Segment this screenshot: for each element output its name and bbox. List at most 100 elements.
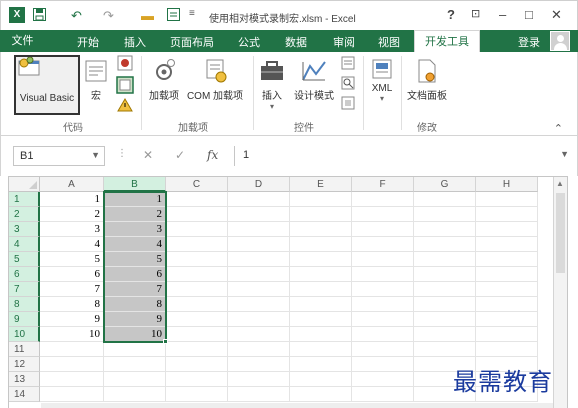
cell-g9[interactable] bbox=[414, 312, 476, 327]
chevron-down-icon[interactable]: ▼ bbox=[91, 150, 100, 160]
cell-a11[interactable] bbox=[40, 342, 104, 357]
cell-h6[interactable] bbox=[476, 267, 538, 282]
close-icon[interactable]: ✕ bbox=[551, 7, 562, 23]
avatar[interactable] bbox=[550, 31, 570, 51]
cell-h10[interactable] bbox=[476, 327, 538, 342]
cell-d11[interactable] bbox=[228, 342, 290, 357]
row-header[interactable]: 10 bbox=[9, 327, 40, 342]
cell-h9[interactable] bbox=[476, 312, 538, 327]
run-dialog-button[interactable] bbox=[339, 96, 357, 113]
scrollbar-thumb[interactable] bbox=[556, 193, 565, 273]
maximize-icon[interactable]: □ bbox=[525, 7, 533, 22]
cell-b14[interactable] bbox=[104, 387, 166, 402]
cell-g1[interactable] bbox=[414, 192, 476, 207]
expand-formula-bar-icon[interactable]: ▼ bbox=[560, 149, 569, 159]
cell-d4[interactable] bbox=[228, 237, 290, 252]
cell-h3[interactable] bbox=[476, 222, 538, 237]
cell-b1[interactable]: 1 bbox=[104, 192, 166, 207]
cell-a9[interactable]: 9 bbox=[40, 312, 104, 327]
cell-h2[interactable] bbox=[476, 207, 538, 222]
cell-c10[interactable] bbox=[166, 327, 228, 342]
row-header[interactable]: 7 bbox=[9, 282, 40, 297]
cell-g8[interactable] bbox=[414, 297, 476, 312]
row-header[interactable]: 6 bbox=[9, 267, 40, 282]
cell-e2[interactable] bbox=[290, 207, 352, 222]
cancel-icon[interactable]: ✕ bbox=[143, 148, 153, 162]
ribbon-display-icon[interactable]: ⊡ bbox=[471, 7, 480, 20]
cell-f5[interactable] bbox=[352, 252, 414, 267]
cell-e9[interactable] bbox=[290, 312, 352, 327]
insert-function-icon[interactable]: fx bbox=[207, 148, 218, 162]
cell-h5[interactable] bbox=[476, 252, 538, 267]
row-header[interactable]: 2 bbox=[9, 207, 40, 222]
row-header[interactable]: 1 bbox=[9, 192, 40, 207]
cell-h11[interactable] bbox=[476, 342, 538, 357]
row-header[interactable]: 5 bbox=[9, 252, 40, 267]
cell-g4[interactable] bbox=[414, 237, 476, 252]
cell-c8[interactable] bbox=[166, 297, 228, 312]
column-header-b[interactable]: B bbox=[104, 177, 166, 192]
document-panel-button[interactable]: 文档面板 bbox=[405, 58, 449, 102]
row-header[interactable]: 12 bbox=[9, 357, 40, 372]
tab-review[interactable]: 审阅 bbox=[333, 34, 355, 50]
row-header[interactable]: 3 bbox=[9, 222, 40, 237]
column-header-g[interactable]: G bbox=[414, 177, 476, 192]
cell-b6[interactable]: 6 bbox=[104, 267, 166, 282]
cell-f10[interactable] bbox=[352, 327, 414, 342]
cell-f11[interactable] bbox=[352, 342, 414, 357]
design-mode-button[interactable]: 设计模式 bbox=[291, 58, 337, 102]
cell-g6[interactable] bbox=[414, 267, 476, 282]
cell-a10[interactable]: 10 bbox=[40, 327, 104, 342]
row-header[interactable]: 11 bbox=[9, 342, 40, 357]
cell-a8[interactable]: 8 bbox=[40, 297, 104, 312]
row-header[interactable]: 13 bbox=[9, 372, 40, 387]
cell-b5[interactable]: 5 bbox=[104, 252, 166, 267]
cell-e4[interactable] bbox=[290, 237, 352, 252]
cell-b13[interactable] bbox=[104, 372, 166, 387]
tab-page-layout[interactable]: 页面布局 bbox=[170, 34, 214, 50]
cell-a6[interactable]: 6 bbox=[40, 267, 104, 282]
horizontal-scrollbar[interactable] bbox=[41, 403, 553, 408]
cell-a5[interactable]: 5 bbox=[40, 252, 104, 267]
cell-c12[interactable] bbox=[166, 357, 228, 372]
cell-c6[interactable] bbox=[166, 267, 228, 282]
addins-button[interactable]: 加载项 bbox=[147, 58, 181, 102]
cell-h7[interactable] bbox=[476, 282, 538, 297]
cell-e8[interactable] bbox=[290, 297, 352, 312]
cell-a13[interactable] bbox=[40, 372, 104, 387]
column-header-d[interactable]: D bbox=[228, 177, 290, 192]
help-icon[interactable]: ? bbox=[447, 7, 455, 22]
scroll-up-icon[interactable]: ▲ bbox=[556, 179, 564, 188]
cell-g3[interactable] bbox=[414, 222, 476, 237]
cell-d3[interactable] bbox=[228, 222, 290, 237]
visual-basic-button[interactable]: Visual Basic bbox=[14, 55, 80, 115]
tab-insert[interactable]: 插入 bbox=[124, 34, 146, 50]
column-header-c[interactable]: C bbox=[166, 177, 228, 192]
cell-d14[interactable] bbox=[228, 387, 290, 402]
cell-f2[interactable] bbox=[352, 207, 414, 222]
cell-a12[interactable] bbox=[40, 357, 104, 372]
cell-d12[interactable] bbox=[228, 357, 290, 372]
cell-c9[interactable] bbox=[166, 312, 228, 327]
cell-c3[interactable] bbox=[166, 222, 228, 237]
cell-b8[interactable]: 8 bbox=[104, 297, 166, 312]
cell-e10[interactable] bbox=[290, 327, 352, 342]
cell-b10[interactable]: 10 bbox=[104, 327, 166, 342]
cell-d7[interactable] bbox=[228, 282, 290, 297]
row-header[interactable]: 9 bbox=[9, 312, 40, 327]
view-code-button[interactable] bbox=[339, 76, 357, 93]
row-header[interactable]: 8 bbox=[9, 297, 40, 312]
column-header-f[interactable]: F bbox=[352, 177, 414, 192]
cell-c2[interactable] bbox=[166, 207, 228, 222]
cell-f12[interactable] bbox=[352, 357, 414, 372]
cell-d6[interactable] bbox=[228, 267, 290, 282]
cell-a4[interactable]: 4 bbox=[40, 237, 104, 252]
collapse-ribbon-icon[interactable]: ⌃ bbox=[554, 122, 563, 135]
save-icon[interactable] bbox=[33, 8, 46, 24]
macros-button[interactable]: 宏 bbox=[83, 58, 109, 102]
cell-b7[interactable]: 7 bbox=[104, 282, 166, 297]
cell-b11[interactable] bbox=[104, 342, 166, 357]
cell-g7[interactable] bbox=[414, 282, 476, 297]
tab-data[interactable]: 数据 bbox=[285, 34, 307, 50]
cell-h8[interactable] bbox=[476, 297, 538, 312]
